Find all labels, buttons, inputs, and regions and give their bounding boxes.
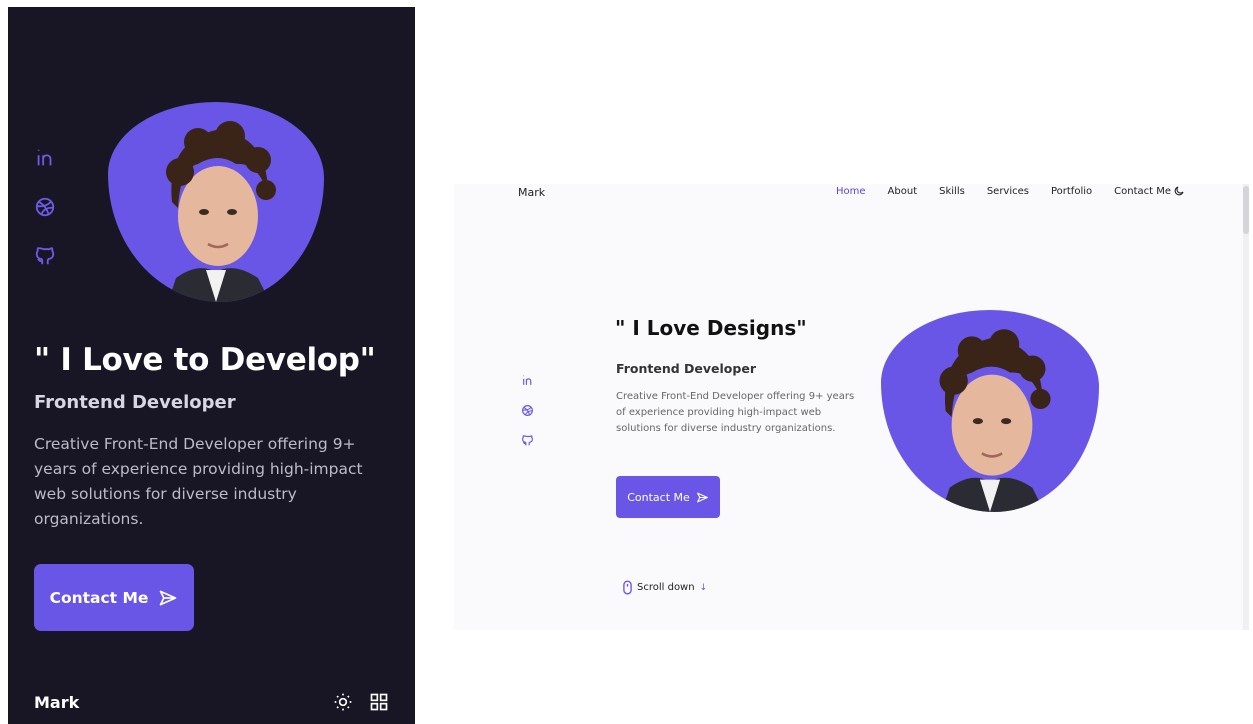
page-description: Creative Front-End Developer offering 9+… (616, 391, 855, 434)
nav-menu: Home About Skills Services Portfolio Con… (836, 186, 1171, 197)
page-scrollbar[interactable] (1243, 184, 1249, 630)
send-icon (158, 588, 178, 608)
github-icon[interactable] (34, 245, 56, 267)
nav-item-home[interactable]: Home (836, 186, 866, 197)
contact-me-button[interactable]: Contact Me (34, 564, 194, 631)
page-title: " I Love to Develop" (34, 342, 376, 378)
linkedin-icon[interactable] (34, 147, 56, 169)
grid-menu-icon[interactable] (369, 692, 389, 712)
mobile-preview: " I Love to Develop" Frontend Developer … (8, 7, 415, 724)
nav-item-skills[interactable]: Skills (939, 186, 965, 197)
profile-photo (108, 102, 324, 302)
top-nav: Mark Home About Skills Services Portfoli… (454, 184, 1243, 202)
page-title: " I Love Designs" (615, 316, 807, 340)
page-subtitle: Frontend Developer (616, 361, 756, 376)
contact-me-button[interactable]: Contact Me (616, 476, 720, 518)
nav-item-contact[interactable]: Contact Me (1114, 186, 1171, 197)
site-logo[interactable]: Mark (518, 186, 545, 199)
github-icon[interactable] (521, 434, 534, 447)
dribbble-icon[interactable] (34, 196, 56, 218)
profile-photo (881, 310, 1099, 512)
social-links (34, 147, 58, 294)
nav-item-services[interactable]: Services (987, 186, 1029, 197)
arrow-down-icon: ↓ (699, 582, 708, 593)
page-subtitle: Frontend Developer (34, 392, 236, 413)
scrollbar-thumb[interactable] (1243, 186, 1249, 234)
scroll-down-label: Scroll down (637, 582, 695, 593)
site-logo[interactable]: Mark (34, 693, 79, 712)
desktop-preview: Mark Home About Skills Services Portfoli… (454, 184, 1249, 630)
nav-item-portfolio[interactable]: Portfolio (1051, 186, 1092, 197)
dribbble-icon[interactable] (521, 404, 534, 417)
nav-item-about[interactable]: About (888, 186, 918, 197)
send-icon (696, 491, 709, 504)
sun-icon[interactable] (333, 692, 353, 712)
linkedin-icon[interactable] (521, 374, 534, 387)
scroll-down-link[interactable]: Scroll down ↓ (623, 580, 707, 595)
mouse-icon (623, 580, 632, 595)
mobile-footer: Mark (34, 692, 389, 712)
contact-me-label: Contact Me (627, 490, 690, 504)
social-links (521, 374, 535, 464)
contact-me-label: Contact Me (49, 588, 149, 607)
page-description: Creative Front-End Developer offering 9+… (34, 435, 363, 528)
moon-icon[interactable] (1173, 185, 1185, 197)
